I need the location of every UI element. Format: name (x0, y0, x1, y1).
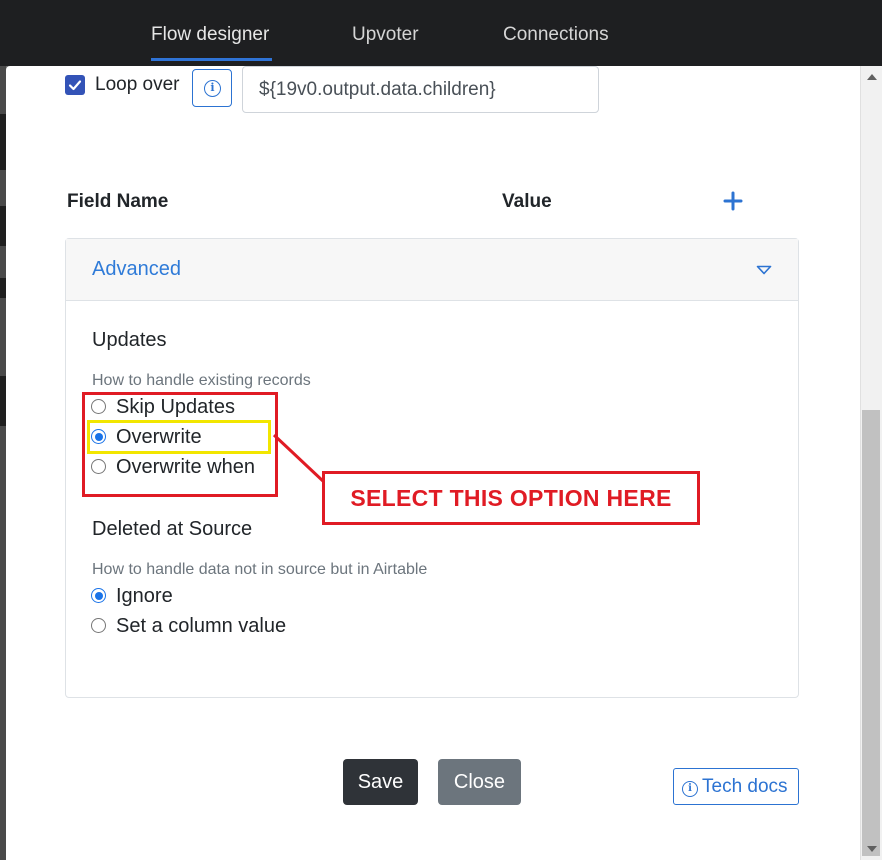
modal-scrollbar[interactable] (860, 66, 882, 860)
radio-label: Ignore (116, 585, 173, 607)
field-name-header: Field Name (67, 191, 169, 212)
scroll-thumb[interactable] (862, 410, 880, 856)
chevron-down-icon (756, 265, 772, 275)
updates-title: Updates (92, 329, 167, 351)
radio-button[interactable] (91, 618, 106, 633)
active-tab-indicator (151, 58, 272, 61)
advanced-title: Advanced (92, 258, 181, 280)
deleted-at-source-title: Deleted at Source (92, 518, 253, 540)
checkmark-icon (68, 80, 82, 91)
value-header: Value (502, 191, 552, 212)
loop-over-checkbox[interactable] (65, 75, 85, 95)
info-icon: i (682, 781, 698, 797)
radio-button[interactable] (91, 588, 106, 603)
tab-upvoter[interactable]: Upvoter (352, 22, 419, 48)
annotation-callout: SELECT THIS OPTION HERE (322, 471, 700, 525)
deleted-at-source-help: How to handle data not in source but in … (92, 561, 428, 578)
loop-over-label: Loop over (95, 74, 180, 95)
tech-docs-label: Tech docs (702, 776, 788, 797)
scroll-down-arrow-icon[interactable] (867, 846, 877, 852)
radio-label: Set a column value (116, 615, 287, 637)
loop-over-input[interactable]: ${19v0.output.data.children} (242, 66, 599, 113)
advanced-accordion-header[interactable]: Advanced (66, 239, 798, 301)
top-nav: Flow designer Upvoter Connections (0, 0, 882, 66)
plus-icon[interactable] (723, 191, 743, 211)
tab-connections[interactable]: Connections (503, 22, 609, 48)
tech-docs-button[interactable]: i Tech docs (673, 768, 799, 805)
loop-info-button[interactable]: i (192, 69, 232, 107)
annotation-highlight-box (87, 420, 271, 454)
info-icon: i (204, 80, 221, 97)
save-button[interactable]: Save (343, 759, 418, 805)
scroll-up-arrow-icon[interactable] (867, 74, 877, 80)
tab-flow-designer[interactable]: Flow designer (151, 22, 269, 48)
close-button[interactable]: Close (438, 759, 521, 805)
updates-help: How to handle existing records (92, 372, 311, 389)
flow-step-modal: Loop over i ${19v0.output.data.children}… (6, 66, 860, 860)
